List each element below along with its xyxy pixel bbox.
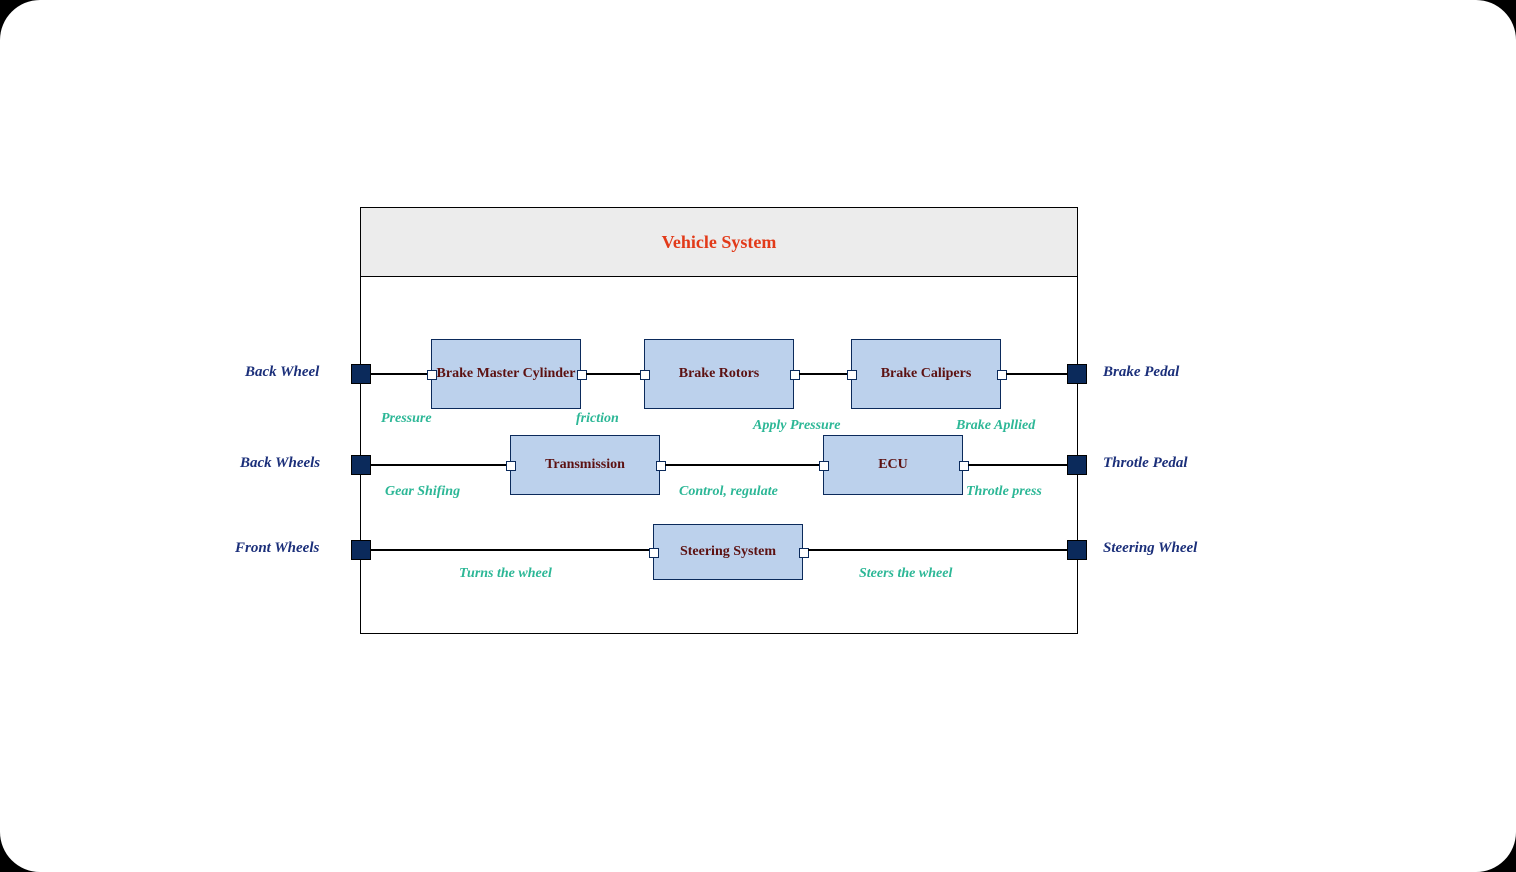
flow-pressure: Pressure [381, 411, 432, 427]
port-throttle-pedal [1067, 455, 1087, 475]
block-brake-master-cylinder: Brake Master Cylinder [431, 339, 581, 409]
block-label: Brake Calipers [881, 365, 972, 383]
block-label: Steering System [680, 543, 776, 561]
flow-steers-wheel: Steers the wheel [859, 566, 952, 582]
label-front-wheels: Front Wheels [235, 540, 319, 557]
block-brake-rotors: Brake Rotors [644, 339, 794, 409]
flow-throttle-press: Throtle press [966, 484, 1042, 500]
block-transmission: Transmission [510, 435, 660, 495]
label-brake-pedal: Brake Pedal [1103, 364, 1179, 381]
connector [371, 549, 649, 551]
block-port [847, 370, 857, 380]
block-port [577, 370, 587, 380]
block-label: ECU [878, 456, 908, 474]
port-back-wheels [351, 455, 371, 475]
connector [808, 549, 1067, 551]
flow-gear-shifting: Gear Shifing [385, 484, 460, 500]
block-port [790, 370, 800, 380]
block-port [640, 370, 650, 380]
label-steering-wheel: Steering Wheel [1103, 540, 1197, 557]
system-container: Vehicle System Brake Master Cylinder Bra… [360, 207, 1078, 634]
block-port [656, 461, 666, 471]
block-label: Transmission [545, 456, 625, 474]
label-throttle-pedal: Throtle Pedal [1103, 455, 1188, 472]
port-steering-wheel [1067, 540, 1087, 560]
block-port [819, 461, 829, 471]
port-brake-pedal [1067, 364, 1087, 384]
port-front-wheels [351, 540, 371, 560]
block-label: Brake Master Cylinder [437, 365, 576, 383]
connector [968, 464, 1067, 466]
page: Back Wheel Back Wheels Front Wheels Brak… [0, 0, 1516, 872]
label-back-wheel: Back Wheel [245, 364, 319, 381]
connector [799, 373, 847, 375]
flow-control-regulate: Control, regulate [679, 484, 778, 500]
system-title: Vehicle System [662, 232, 777, 253]
connector [586, 373, 640, 375]
flow-apply-pressure: Apply Pressure [753, 418, 841, 434]
flow-friction: friction [576, 411, 619, 427]
connector [665, 464, 819, 466]
title-bar: Vehicle System [361, 208, 1077, 277]
label-back-wheels: Back Wheels [240, 455, 320, 472]
block-port [997, 370, 1007, 380]
port-back-wheel [351, 364, 371, 384]
block-port [959, 461, 969, 471]
flow-brake-applied: Brake Apllied [956, 418, 1035, 434]
connector [1006, 373, 1067, 375]
connector [371, 464, 506, 466]
block-port [506, 461, 516, 471]
block-brake-calipers: Brake Calipers [851, 339, 1001, 409]
block-port [427, 370, 437, 380]
block-port [649, 548, 659, 558]
flow-turns-wheel: Turns the wheel [459, 566, 552, 582]
block-ecu: ECU [823, 435, 963, 495]
connector [371, 373, 427, 375]
block-steering-system: Steering System [653, 524, 803, 580]
block-label: Brake Rotors [679, 365, 760, 383]
